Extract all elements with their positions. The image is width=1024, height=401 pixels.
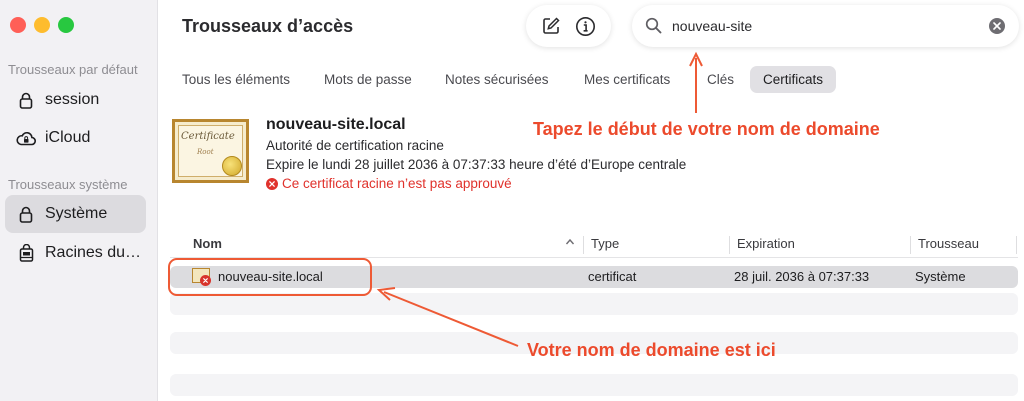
- tab-secure-notes[interactable]: Notes sécurisées: [432, 66, 562, 93]
- column-divider[interactable]: [583, 236, 584, 254]
- row-hint-annotation: Votre nom de domaine est ici: [527, 340, 776, 360]
- table-header: Nom Type Expiration Trousseau: [170, 232, 1018, 258]
- toolbar-actions: [526, 5, 611, 47]
- certificate-image-subtitle: Root: [197, 148, 214, 156]
- sidebar-item-label: iCloud: [45, 129, 91, 146]
- info-icon: [576, 16, 596, 36]
- column-header-expiration[interactable]: Expiration: [737, 236, 795, 251]
- column-divider[interactable]: [729, 236, 730, 254]
- sidebar-section-system: Trousseaux système: [8, 177, 128, 192]
- column-divider[interactable]: [910, 236, 911, 254]
- close-icon: [993, 22, 1001, 30]
- sidebar: Trousseaux par défaut session iCloud Tro…: [0, 0, 158, 401]
- column-divider[interactable]: [1016, 236, 1017, 254]
- search-input[interactable]: [672, 15, 972, 37]
- column-header-keychain[interactable]: Trousseau: [918, 236, 979, 251]
- zoom-window-button[interactable]: [58, 17, 74, 33]
- cell-type: certificat: [588, 269, 637, 284]
- tab-passwords[interactable]: Mots de passe: [311, 66, 425, 93]
- search-icon: [645, 17, 662, 34]
- search-hint-annotation: Tapez le début de votre nom de domaine: [533, 119, 880, 139]
- certificate-image: Certificate Root: [172, 119, 249, 183]
- close-window-button[interactable]: [10, 17, 26, 33]
- certificate-kind: Autorité de certification racine: [266, 138, 444, 153]
- search-hint-arrowhead: [689, 51, 703, 67]
- certificate-warning: Ce certificat racine n’est pas approuvé: [266, 176, 512, 191]
- lock-icon: [15, 90, 37, 110]
- certificate-expiry: Expire le lundi 28 juillet 2036 à 07:37:…: [266, 157, 687, 172]
- tab-all-items[interactable]: Tous les éléments: [169, 66, 303, 93]
- seal-icon: [222, 156, 242, 176]
- clear-search-button[interactable]: [989, 18, 1005, 34]
- certificate-warning-text: Ce certificat racine n’est pas approuvé: [282, 176, 512, 191]
- sidebar-item-session[interactable]: session: [5, 81, 146, 119]
- sidebar-item-systeme[interactable]: Système: [5, 195, 146, 233]
- column-header-name[interactable]: Nom: [193, 236, 222, 251]
- sidebar-item-racines[interactable]: Racines du…: [5, 234, 146, 272]
- search-field[interactable]: [632, 5, 1019, 47]
- compose-icon: [543, 17, 560, 34]
- cloud-lock-icon: [15, 128, 37, 148]
- table-row-empty: [170, 374, 1018, 396]
- cell-expiration: 28 juil. 2036 à 07:37:33: [734, 269, 870, 284]
- info-button[interactable]: [573, 13, 599, 39]
- window-title: Trousseaux d’accès: [182, 16, 354, 36]
- tab-my-certificates[interactable]: Mes certificats: [571, 66, 683, 93]
- lock-icon: [15, 204, 37, 224]
- certificate-image-title: Certificate: [181, 131, 235, 142]
- sort-ascending-icon[interactable]: [565, 238, 575, 246]
- sidebar-item-label: Système: [45, 205, 108, 222]
- keychain-window: Trousseaux par défaut session iCloud Tro…: [0, 0, 1024, 401]
- tab-certificates[interactable]: Certificats: [750, 66, 837, 93]
- sidebar-item-label: Racines du…: [45, 244, 142, 261]
- column-header-type[interactable]: Type: [591, 236, 619, 251]
- tab-keys[interactable]: Clés: [694, 66, 747, 93]
- minimize-window-button[interactable]: [34, 17, 50, 33]
- cell-keychain: Système: [915, 269, 966, 284]
- sidebar-item-icloud[interactable]: iCloud: [5, 119, 146, 157]
- compose-button[interactable]: [538, 13, 564, 39]
- error-icon: [266, 177, 278, 190]
- row-highlight-annotation: [168, 258, 372, 296]
- certificate-name: nouveau-site.local: [266, 116, 406, 133]
- sidebar-section-default: Trousseaux par défaut: [8, 62, 138, 77]
- table-row-empty: [170, 293, 1018, 315]
- sidebar-item-label: session: [45, 91, 100, 108]
- cabinet-lock-icon: [15, 243, 37, 263]
